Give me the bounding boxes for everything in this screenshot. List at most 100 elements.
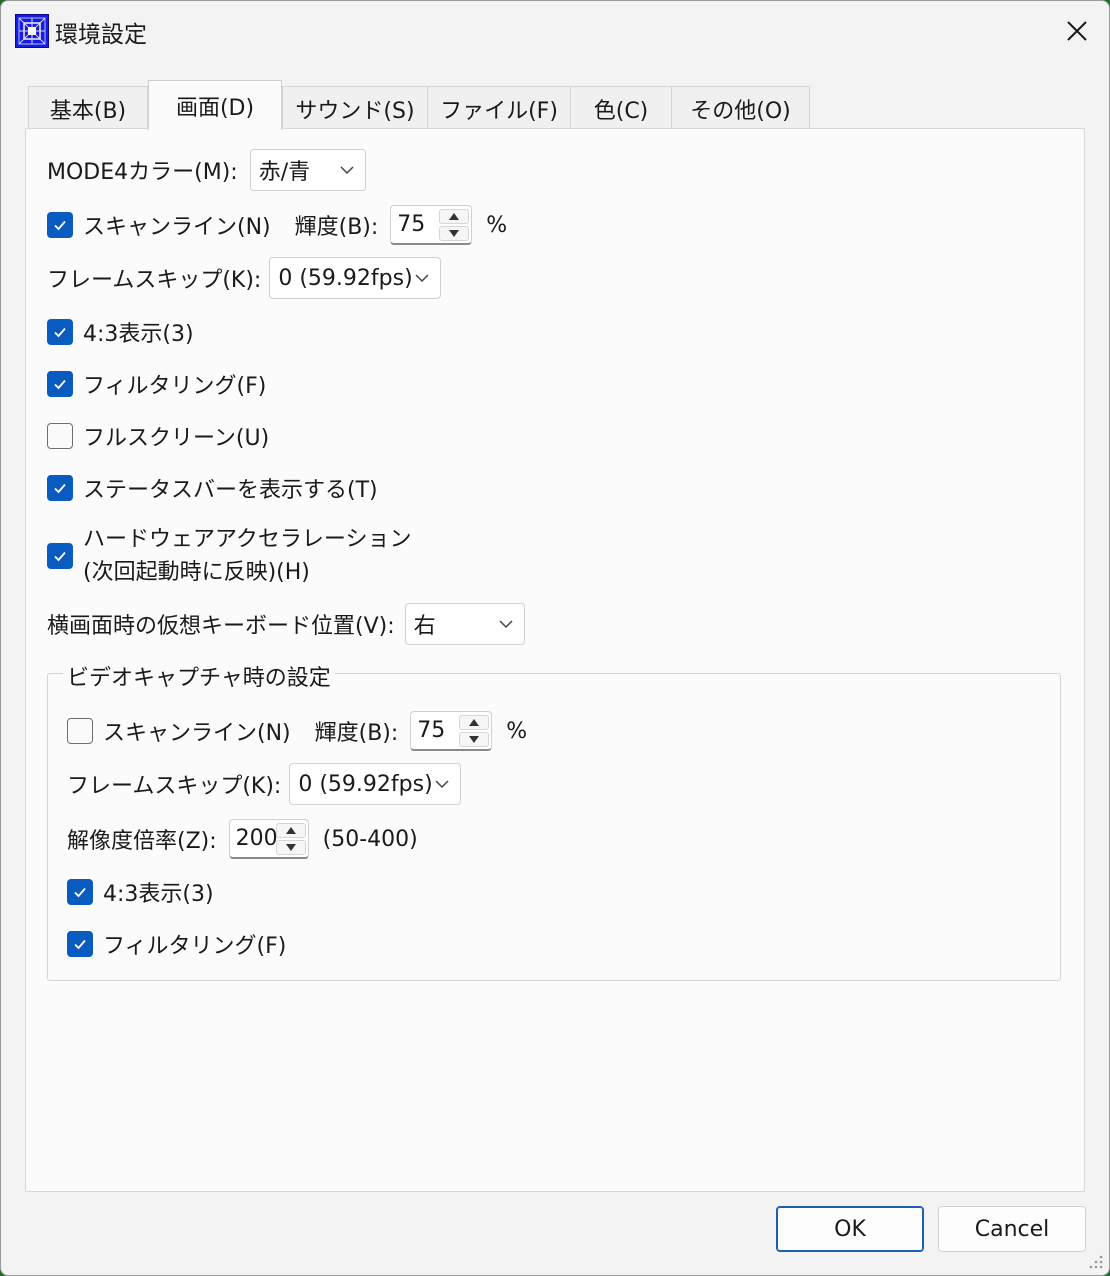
video-capture-group-title: ビデオキャプチャ時の設定 bbox=[63, 660, 335, 692]
vc-brightness-spinner[interactable]: 75 bbox=[410, 711, 493, 751]
triangle-down-icon bbox=[449, 230, 460, 237]
brightness-spinner[interactable]: 75 bbox=[390, 205, 473, 245]
filtering-checkbox[interactable] bbox=[47, 371, 73, 397]
ok-button-label: OK bbox=[834, 1216, 866, 1242]
check-icon bbox=[74, 887, 86, 898]
mode4-label: MODE4カラー(M): bbox=[47, 160, 238, 185]
mode4-row: MODE4カラー(M): 赤/青 bbox=[47, 149, 366, 191]
spin-up-button[interactable] bbox=[439, 209, 470, 224]
cancel-button-label: Cancel bbox=[974, 1216, 1050, 1242]
vc-brightness-label: 輝度(B): bbox=[314, 721, 399, 746]
chevron-down-icon bbox=[499, 620, 513, 629]
tab-label: 基本(B) bbox=[49, 98, 127, 124]
vc-resolution-row: 解像度倍率(Z): 200 (50-400) bbox=[67, 819, 418, 859]
check-icon bbox=[54, 327, 66, 338]
tab-basic[interactable]: 基本(B) bbox=[28, 86, 148, 130]
vc-filtering-row: フィルタリング(F) bbox=[67, 929, 286, 959]
triangle-up-icon bbox=[449, 213, 460, 220]
chevron-down-icon bbox=[340, 166, 354, 175]
cancel-button[interactable]: Cancel bbox=[938, 1206, 1086, 1252]
vc-resolution-spinner[interactable]: 200 bbox=[228, 819, 309, 859]
statusbar-checkbox[interactable] bbox=[47, 475, 73, 501]
filtering-label: フィルタリング(F) bbox=[83, 374, 267, 399]
check-icon bbox=[54, 551, 66, 562]
frameskip-label: フレームスキップ(K): bbox=[47, 268, 262, 293]
close-button[interactable] bbox=[1053, 9, 1101, 53]
statusbar-row: ステータスバーを表示する(T) bbox=[47, 473, 378, 503]
vc-resolution-value: 200 bbox=[235, 826, 278, 851]
vc-filtering-label: フィルタリング(F) bbox=[103, 934, 287, 959]
fullscreen-checkbox[interactable] bbox=[47, 423, 73, 449]
brightness-label: 輝度(B): bbox=[294, 215, 379, 240]
fullscreen-label: フルスクリーン(U) bbox=[83, 426, 270, 451]
spin-down-button[interactable] bbox=[459, 732, 490, 747]
aspect43-checkbox[interactable] bbox=[47, 319, 73, 345]
vkeyboard-row: 横画面時の仮想キーボード位置(V): 右 bbox=[47, 603, 525, 645]
tab-file[interactable]: ファイル(F) bbox=[427, 86, 571, 130]
frameskip-select[interactable]: 0 (59.92fps) bbox=[269, 257, 442, 299]
check-icon bbox=[54, 483, 66, 494]
spin-down-button[interactable] bbox=[275, 840, 306, 855]
window-title: 環境設定 bbox=[55, 22, 147, 48]
mode4-select[interactable]: 赤/青 bbox=[249, 149, 366, 191]
tab-label: 色(C) bbox=[593, 98, 649, 124]
ok-button[interactable]: OK bbox=[776, 1206, 924, 1252]
tab-color[interactable]: 色(C) bbox=[570, 86, 672, 130]
title-bar[interactable]: 環境設定 bbox=[1, 1, 1109, 61]
frameskip-value: 0 (59.92fps) bbox=[278, 265, 413, 291]
tab-label: サウンド(S) bbox=[295, 98, 415, 124]
vc-frameskip-value: 0 (59.92fps) bbox=[298, 771, 433, 797]
hwaccel-row: ハードウェアアクセラレーション (次回起動時に反映)(H) bbox=[47, 525, 411, 587]
triangle-down-icon bbox=[469, 736, 480, 743]
triangle-up-icon bbox=[469, 719, 480, 726]
hwaccel-label-line1: ハードウェアアクセラレーション bbox=[83, 527, 412, 552]
scanline-checkbox[interactable] bbox=[47, 212, 73, 238]
spin-up-button[interactable] bbox=[275, 823, 306, 838]
check-icon bbox=[54, 379, 66, 390]
vkeyboard-select[interactable]: 右 bbox=[404, 603, 525, 645]
spinner-arrows bbox=[459, 714, 490, 748]
vc-brightness-unit: % bbox=[506, 718, 528, 744]
hwaccel-checkbox[interactable] bbox=[47, 543, 73, 569]
app-icon bbox=[15, 14, 49, 48]
vc-resolution-label: 解像度倍率(Z): bbox=[67, 829, 217, 854]
tab-label: その他(O) bbox=[690, 98, 791, 124]
vc-scanline-label: スキャンライン(N) bbox=[103, 721, 291, 746]
vkeyboard-label: 横画面時の仮想キーボード位置(V): bbox=[47, 614, 395, 639]
tab-other[interactable]: その他(O) bbox=[671, 86, 810, 130]
spinner-arrows bbox=[275, 822, 306, 856]
vc-scanline-checkbox[interactable] bbox=[67, 718, 93, 744]
vc-frameskip-select[interactable]: 0 (59.92fps) bbox=[289, 763, 462, 805]
vc-aspect43-label: 4:3表示(3) bbox=[103, 882, 214, 907]
hwaccel-label-line2: (次回起動時に反映)(H) bbox=[83, 560, 310, 585]
vc-frameskip-label: フレームスキップ(K): bbox=[67, 774, 282, 799]
statusbar-label: ステータスバーを表示する(T) bbox=[83, 478, 378, 503]
tab-screen[interactable]: 画面(D) bbox=[148, 80, 282, 130]
close-icon bbox=[1067, 21, 1087, 41]
vc-frameskip-row: フレームスキップ(K): 0 (59.92fps) bbox=[67, 763, 462, 805]
triangle-up-icon bbox=[285, 827, 296, 834]
spin-down-button[interactable] bbox=[439, 226, 470, 241]
vc-resolution-range: (50-400) bbox=[322, 826, 418, 852]
spinner-arrows bbox=[439, 208, 470, 242]
triangle-down-icon bbox=[285, 844, 296, 851]
vc-brightness-value: 75 bbox=[417, 718, 446, 743]
filtering-row: フィルタリング(F) bbox=[47, 369, 266, 399]
frameskip-row: フレームスキップ(K): 0 (59.92fps) bbox=[47, 257, 442, 299]
vc-aspect43-row: 4:3表示(3) bbox=[67, 877, 214, 907]
tab-label: ファイル(F) bbox=[440, 98, 558, 124]
vc-scanline-row: スキャンライン(N) 輝度(B): 75 % bbox=[67, 711, 527, 751]
tab-sound[interactable]: サウンド(S) bbox=[282, 86, 428, 130]
fullscreen-row: フルスクリーン(U) bbox=[47, 421, 269, 451]
vc-filtering-checkbox[interactable] bbox=[67, 931, 93, 957]
resize-grip-icon[interactable] bbox=[1089, 1255, 1103, 1269]
check-icon bbox=[54, 220, 66, 231]
aspect43-row: 4:3表示(3) bbox=[47, 317, 194, 347]
scanline-row: スキャンライン(N) 輝度(B): 75 % bbox=[47, 205, 507, 245]
settings-dialog: 環境設定 基本(B) 画面(D) サウンド(S) ファイル(F) 色(C) その… bbox=[0, 0, 1110, 1276]
check-icon bbox=[74, 939, 86, 950]
brightness-value: 75 bbox=[397, 212, 426, 237]
spin-up-button[interactable] bbox=[459, 715, 490, 730]
vc-aspect43-checkbox[interactable] bbox=[67, 879, 93, 905]
brightness-unit: % bbox=[486, 212, 508, 238]
